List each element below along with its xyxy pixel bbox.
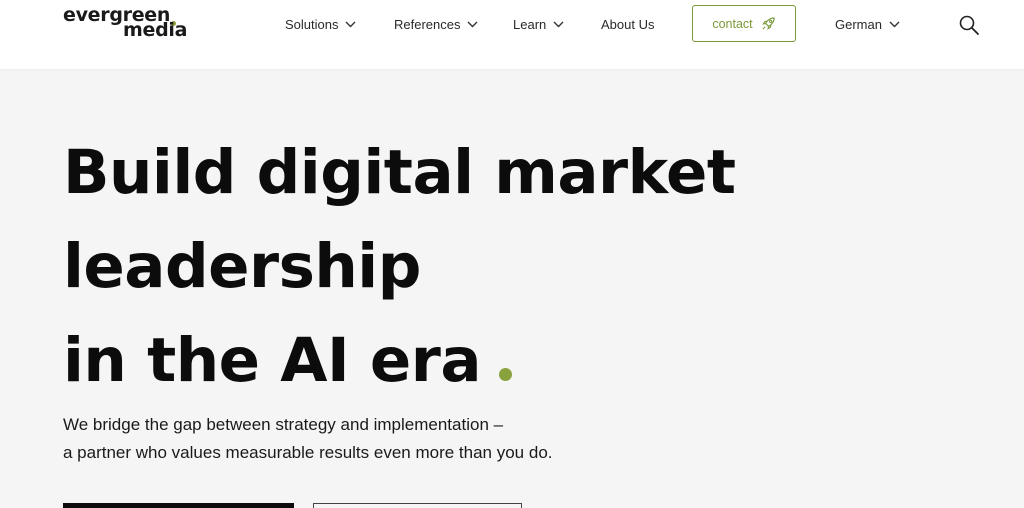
chevron-down-icon [889, 21, 900, 28]
contact-button-label: contact [712, 16, 753, 31]
rocket-icon [761, 17, 775, 30]
nav-solutions[interactable]: Solutions [285, 16, 356, 32]
site-header: evergreen media Solutions References Lea… [0, 0, 1024, 69]
hero-title: Build digital market leadership in the A… [63, 126, 783, 408]
hero-title-line-text: in the AI era [63, 325, 482, 396]
hero-subtitle: We bridge the gap between strategy and i… [63, 411, 623, 467]
hero-subtitle-line: We bridge the gap between strategy and i… [63, 415, 504, 434]
nav-references[interactable]: References [394, 16, 478, 32]
chevron-down-icon [345, 21, 356, 28]
accent-dot [499, 368, 513, 381]
chevron-down-icon [467, 21, 478, 28]
nav-about-us-label: About Us [601, 16, 655, 32]
hero-title-line: in the AI era [63, 314, 783, 408]
hero-title-line: Build digital market [63, 137, 736, 208]
hero-title-line: leadership [63, 231, 421, 302]
secondary-cta-button[interactable] [313, 503, 522, 508]
language-selector[interactable]: German [835, 16, 900, 32]
nav-references-label: References [394, 16, 461, 32]
nav-learn-label: Learn [513, 16, 547, 32]
language-label: German [835, 16, 882, 32]
nav-about-us[interactable]: About Us [601, 16, 654, 32]
chevron-down-icon [553, 21, 564, 28]
search-icon[interactable] [958, 14, 980, 36]
primary-cta-button[interactable] [63, 503, 294, 508]
contact-button[interactable]: contact [692, 5, 796, 42]
evergreen-media-logo[interactable]: evergreen media [63, 6, 191, 42]
logo-text-line2: media [123, 19, 188, 41]
nav-solutions-label: Solutions [285, 16, 339, 32]
nav-learn[interactable]: Learn [513, 16, 564, 32]
hero-subtitle-line: a partner who values measurable results … [63, 443, 553, 462]
